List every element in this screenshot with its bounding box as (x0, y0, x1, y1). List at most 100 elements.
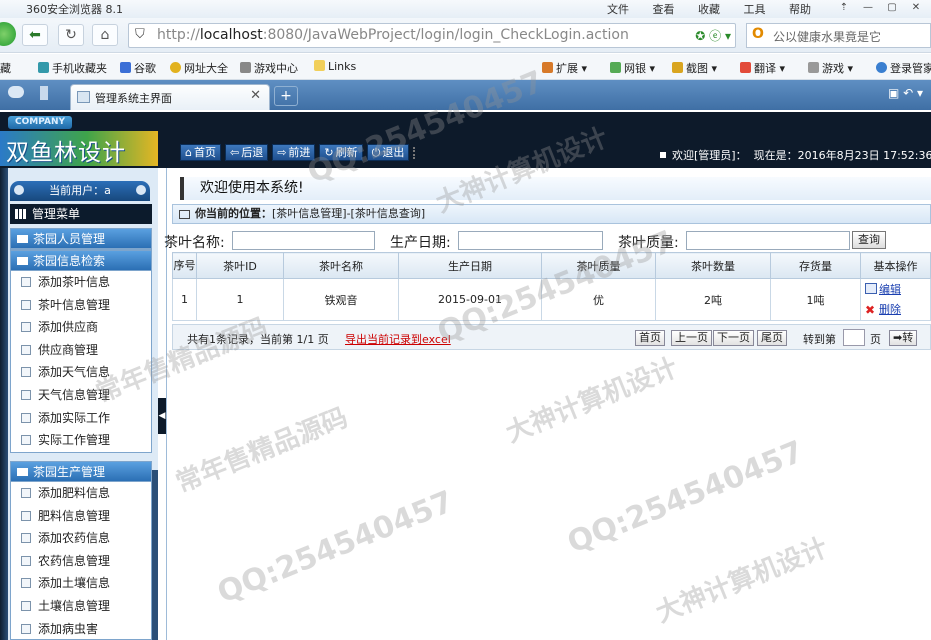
pin-icon[interactable]: ⇡ (833, 0, 855, 16)
nav-back-button[interactable]: ⇦ 后退 (224, 144, 269, 161)
toolbar-screenshot[interactable]: 截图 ▾ (672, 60, 717, 76)
address-bar[interactable]: ⛉ http://localhost:8080/JavaWebProject/l… (128, 23, 736, 48)
maximize-icon[interactable]: ▢ (881, 0, 903, 16)
sidebar-scrollbar[interactable] (152, 470, 158, 640)
menu-tools[interactable]: 工具 (744, 3, 766, 16)
sidebar-item-add-fertilizer[interactable]: 添加肥料信息 (11, 482, 151, 505)
next-page-button[interactable]: 下一页 (713, 330, 754, 346)
home-button[interactable]: ⌂ (92, 24, 118, 46)
tea-quality-input[interactable] (686, 231, 850, 250)
bookmark-site-directory[interactable]: 网址大全 (170, 60, 228, 76)
edit-link[interactable]: 编辑 (865, 282, 930, 297)
sidebar-item-tea-manage[interactable]: 茶叶信息管理 (11, 294, 151, 317)
close-icon[interactable]: ✕ (905, 0, 927, 16)
sidebar-group-header[interactable]: 茶园生产管理 (11, 462, 151, 482)
sidebar-item-add-soil[interactable]: 添加土壤信息 (11, 572, 151, 595)
sidebar-group-production: 茶园生产管理 添加肥料信息 肥料信息管理 添加农药信息 农药信息管理 添加土壤信… (10, 461, 152, 640)
last-page-button[interactable]: 尾页 (757, 330, 787, 346)
toolbar-extensions[interactable]: 扩展 ▾ (542, 60, 587, 76)
table-header-row: 序号 茶叶ID 茶叶名称 生产日期 茶叶质量 茶叶数量 存货量 基本操作 (172, 252, 931, 279)
sidebar-group-header[interactable]: 茶园信息检索 (11, 251, 151, 271)
address-url[interactable]: http://localhost:8080/JavaWebProject/log… (157, 27, 629, 43)
nav-home-button[interactable]: ⌂ 首页 (180, 144, 221, 161)
company-badge: COMPANY (8, 116, 72, 129)
sidebar-item-soil-manage[interactable]: 土壤信息管理 (11, 595, 151, 618)
tab-menu-icon[interactable]: ▣ ↶ ▾ (888, 86, 923, 100)
col-tea-quantity: 茶叶数量 (655, 252, 771, 279)
cell-stock: 1吨 (770, 278, 861, 321)
tab-close-icon[interactable]: ✕ (250, 88, 261, 103)
bookmark-game-center[interactable]: 游戏中心 (240, 60, 298, 76)
cell-tea-name: 铁观音 (283, 278, 399, 321)
query-button[interactable]: 查询 (852, 231, 886, 249)
sidebar-item-pesticide-manage[interactable]: 农药信息管理 (11, 550, 151, 573)
toolbar-translate[interactable]: 翻译 ▾ (740, 60, 785, 76)
sidebar-item-add-supplier[interactable]: 添加供应商 (11, 316, 151, 339)
go-button[interactable]: ➡转 (889, 330, 918, 346)
bookmark-google[interactable]: 谷歌 (120, 60, 156, 76)
goto-label: 转到第 (803, 333, 836, 346)
minimize-icon[interactable]: — (857, 0, 879, 16)
menu-view[interactable]: 查看 (653, 3, 675, 16)
col-tea-name: 茶叶名称 (283, 252, 399, 279)
sidebar-group-header[interactable]: 茶园人员管理 (11, 229, 151, 249)
google-icon (120, 62, 131, 73)
app-header: COMPANY 双鱼林设计 ⌂ 首页 ⇦ 后退 ⇨ 前进 ↻ 刷新 ⏻ 退出 欢迎[管理员… (0, 112, 931, 168)
first-page-button[interactable]: 首页 (635, 330, 665, 346)
prev-page-button[interactable]: 上一页 (671, 330, 712, 346)
sidebar-item-work-manage[interactable]: 实际工作管理 (11, 429, 151, 452)
sidebar-item-add-pesticide[interactable]: 添加农药信息 (11, 527, 151, 550)
bookmark-mobile[interactable]: 手机收藏夹 (38, 60, 107, 76)
extensions-icon (542, 62, 553, 73)
doc-icon (21, 435, 31, 446)
col-tea-quality: 茶叶质量 (541, 252, 656, 279)
breadcrumb-path: [茶叶信息管理]-[茶叶信息查询] (272, 207, 426, 220)
sidebar-item-weather-manage[interactable]: 天气信息管理 (11, 384, 151, 407)
nav-logout-button[interactable]: ⏻ 退出 (366, 144, 410, 161)
location-icon (179, 210, 190, 219)
sidebar-item-supplier-manage[interactable]: 供应商管理 (11, 339, 151, 362)
sidebar-collapse-handle[interactable]: ◀ (158, 398, 166, 434)
back-button[interactable]: ⬅ (22, 24, 48, 46)
menu-favorites[interactable]: 收藏 (698, 3, 720, 16)
goto-page-input[interactable] (843, 329, 865, 346)
new-tab-button[interactable]: + (274, 86, 298, 106)
delete-link[interactable]: ✖ 删除 (865, 303, 930, 317)
doc-icon (21, 533, 31, 544)
sidebar-item-fertilizer-manage[interactable]: 肥料信息管理 (11, 505, 151, 528)
tab-main-interface[interactable]: 管理系统主界面 ✕ (70, 84, 270, 110)
cloud-icon[interactable] (8, 86, 24, 98)
col-production-date: 生产日期 (398, 252, 542, 279)
toolbar-games[interactable]: 游戏 ▾ (808, 60, 853, 76)
edit-icon (865, 282, 877, 294)
nav-forward-button[interactable]: ⇨ 前进 (272, 144, 316, 161)
reload-button[interactable]: ↻ (58, 24, 84, 46)
export-excel-link[interactable]: 导出当前记录到excel (345, 331, 451, 347)
home-icon: ⌂ (100, 27, 110, 43)
page-icon[interactable] (40, 86, 48, 100)
doc-icon (21, 600, 31, 611)
tea-name-input[interactable] (232, 231, 375, 250)
power-icon: ⏻ (371, 146, 381, 159)
sidebar-item-add-pest[interactable]: 添加病虫害 (11, 618, 151, 639)
menu-help[interactable]: 帮助 (789, 3, 811, 16)
welcome-banner: 欢迎使用本系统! (180, 177, 931, 200)
bookmark-favorites[interactable]: 藏 (0, 60, 11, 76)
filter-form: 茶叶名称: 生产日期: 茶叶质量: (164, 230, 931, 252)
nav-refresh-button[interactable]: ↻ 刷新 (319, 144, 363, 161)
cell-tea-id: 1 (196, 278, 284, 321)
tea-quality-label: 茶叶质量: (618, 235, 679, 251)
toolbar-bank[interactable]: 网银 ▾ (610, 60, 655, 76)
bookmark-links[interactable]: Links (314, 60, 356, 73)
current-user: 当前用户：a (49, 184, 111, 197)
menu-file[interactable]: 文件 (607, 3, 629, 16)
search-box[interactable]: O 公以健康水果竟是它 (746, 23, 931, 48)
sidebar-item-add-tea[interactable]: 添加茶叶信息 (11, 271, 151, 294)
sidebar-item-add-weather[interactable]: 添加天气信息 (11, 361, 151, 384)
address-tools-icon[interactable]: ✪ ⓔ ▾ (695, 27, 731, 44)
toolbar-login-manager[interactable]: 登录管家 (876, 60, 931, 76)
chevron-left-icon: ◀ (158, 411, 166, 421)
reload-icon: ↻ (65, 27, 77, 43)
production-date-input[interactable] (458, 231, 603, 250)
sidebar-item-add-work[interactable]: 添加实际工作 (11, 407, 151, 430)
